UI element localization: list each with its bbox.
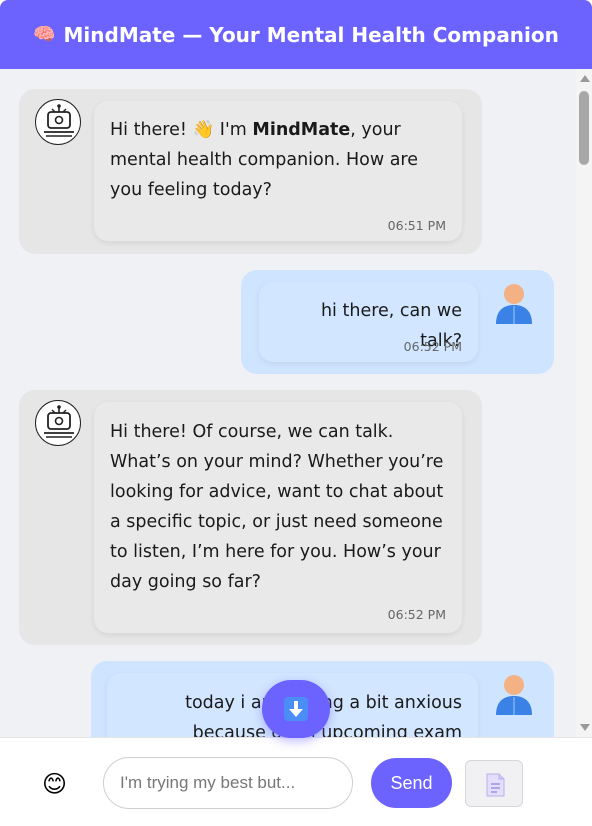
- message-time: 06:52 PM: [403, 339, 462, 354]
- user-avatar-icon: [493, 671, 535, 717]
- scroll-up-arrow-icon[interactable]: [580, 75, 590, 82]
- brain-icon: 🧠: [33, 24, 56, 45]
- composer-bar: 😊 Send: [0, 737, 592, 826]
- arrow-down-icon: [284, 697, 308, 721]
- message-time: 06:52 PM: [387, 607, 446, 622]
- message-bubble: hi there, can we talk? 06:52 PM: [259, 282, 478, 362]
- chat-scrollbar[interactable]: [576, 69, 592, 737]
- bot-avatar-icon: [35, 400, 81, 446]
- message-input[interactable]: [103, 757, 353, 809]
- bot-message: Hi there! Of course, we can talk. What’s…: [19, 390, 482, 645]
- emoji-button[interactable]: 😊: [42, 770, 67, 798]
- user-avatar-icon: [493, 280, 535, 326]
- message-bubble: Hi there! Of course, we can talk. What’s…: [94, 402, 462, 633]
- document-button[interactable]: [465, 760, 523, 807]
- bot-message: Hi there! 👋 I'm MindMate, your mental he…: [19, 89, 482, 254]
- scroll-to-bottom-button[interactable]: [262, 680, 330, 738]
- message-time: 06:51 PM: [387, 218, 446, 233]
- message-bubble: Hi there! 👋 I'm MindMate, your mental he…: [94, 101, 462, 241]
- app-title: MindMate — Your Mental Health Companion: [63, 22, 559, 47]
- bot-avatar-icon: [35, 99, 81, 145]
- chat-area[interactable]: Hi there! 👋 I'm MindMate, your mental he…: [0, 69, 576, 737]
- send-button[interactable]: Send: [371, 758, 452, 808]
- user-message: hi there, can we talk? 06:52 PM: [241, 270, 554, 374]
- message-text: Hi there! 👋 I'm MindMate, your mental he…: [110, 120, 419, 200]
- message-text: Hi there! Of course, we can talk. What’s…: [110, 422, 444, 592]
- app-header: 🧠 MindMate — Your Mental Health Companio…: [0, 0, 592, 69]
- document-icon: [486, 773, 505, 797]
- scroll-down-arrow-icon[interactable]: [580, 724, 590, 731]
- scroll-thumb[interactable]: [579, 91, 589, 165]
